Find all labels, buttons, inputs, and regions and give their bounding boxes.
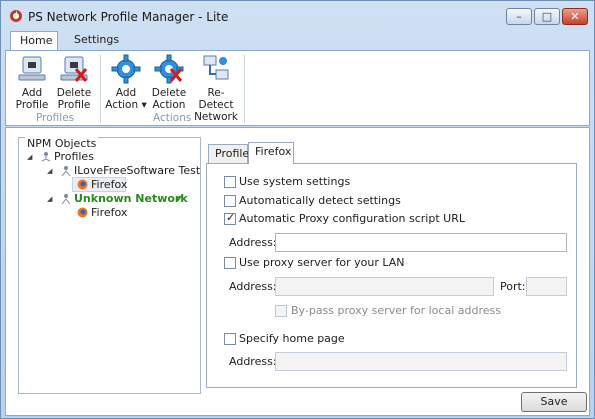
firefox-icon — [77, 207, 88, 218]
network-icon — [203, 55, 229, 80]
tree-header: NPM Objects — [25, 137, 99, 150]
use-system-settings-checkbox[interactable] — [224, 176, 236, 188]
group-label-profiles: Profiles — [36, 112, 75, 124]
close-icon: ✕ — [570, 10, 580, 23]
use-proxy-lan-checkbox[interactable] — [224, 257, 236, 269]
proxy-address-label: Address: — [229, 280, 277, 293]
redetect-network-button[interactable]: Re-Detect Network — [190, 54, 242, 123]
firefox-settings-panel: Use system settings Automatically detect… — [206, 163, 577, 388]
window-title: PS Network Profile Manager - Lite — [28, 10, 229, 24]
auto-detect-checkbox[interactable] — [224, 195, 236, 207]
proxy-address-input[interactable] — [275, 277, 494, 296]
auto-proxy-label: Automatic Proxy configuration script URL — [239, 212, 465, 225]
auto-proxy-address-label: Address: — [229, 236, 277, 249]
maximize-icon: □ — [541, 10, 553, 23]
add-profile-label-line2: Profile — [15, 99, 49, 111]
port-input[interactable] — [526, 277, 567, 296]
tree-root-profiles[interactable]: Profiles — [54, 150, 94, 163]
home-address-input[interactable] — [275, 352, 567, 371]
firefox-icon — [77, 179, 88, 190]
add-action-button[interactable]: Add Action ▾ — [104, 54, 148, 111]
bypass-local-checkbox[interactable] — [275, 305, 287, 317]
group-label-actions: Actions — [153, 112, 192, 124]
ribbon: Add Profile Delete Profile Profiles Add … — [5, 50, 590, 126]
title-bar[interactable]: PS Network Profile Manager - Lite – □ ✕ — [1, 1, 594, 31]
home-address-label: Address: — [229, 355, 277, 368]
active-check-icon: ✔ — [175, 192, 185, 205]
delete-action-button[interactable]: Delete Action — [147, 54, 191, 111]
delete-action-label-line2: Action — [152, 99, 186, 111]
tab-settings[interactable]: Settings — [65, 31, 125, 51]
use-proxy-lan-label: Use proxy server for your LAN — [239, 256, 405, 269]
app-window: PS Network Profile Manager - Lite – □ ✕ … — [0, 0, 595, 419]
tree-profile-unknown-network[interactable]: Unknown Network — [74, 192, 188, 205]
tab-profile[interactable]: Profile — [208, 144, 249, 164]
close-button[interactable]: ✕ — [562, 8, 588, 25]
gear-icon — [111, 54, 141, 84]
port-label: Port: — [500, 280, 526, 293]
bypass-local-label: By-pass proxy server for local address — [291, 304, 501, 317]
group-separator — [100, 55, 101, 123]
delete-profile-button[interactable]: Delete Profile — [52, 54, 96, 111]
tree-firefox-item-2[interactable]: Firefox — [91, 206, 127, 219]
add-profile-button[interactable]: Add Profile — [10, 54, 54, 111]
minimize-icon: – — [516, 10, 522, 23]
auto-detect-label: Automatically detect settings — [239, 194, 401, 207]
add-profile-icon — [18, 56, 46, 81]
group-separator — [244, 55, 245, 123]
delete-action-label-line1: Delete — [151, 87, 187, 99]
add-action-label-line1: Add — [115, 87, 137, 99]
main-content: NPM Objects ◢ Profiles ◢ ILoveFreeSoftwa… — [5, 127, 590, 416]
app-logo-icon — [10, 10, 22, 22]
delete-profile-icon — [60, 56, 88, 82]
minimize-button[interactable]: – — [506, 8, 532, 25]
maximize-button[interactable]: □ — [534, 8, 560, 25]
add-profile-label-line1: Add — [21, 87, 43, 99]
tree-profile-ilovefreesoftware[interactable]: ILoveFreeSoftware Test — [74, 164, 200, 177]
use-system-settings-label: Use system settings — [239, 175, 351, 188]
delete-profile-label-line2: Profile — [57, 99, 91, 111]
redetect-label-line2: Network — [194, 111, 238, 123]
ribbon-tabs: Home Settings — [5, 31, 590, 51]
npm-objects-tree[interactable]: NPM Objects ◢ Profiles ◢ ILoveFreeSoftwa… — [18, 137, 201, 394]
auto-proxy-address-input[interactable] — [275, 233, 567, 252]
save-button[interactable]: Save — [521, 392, 587, 412]
expand-arrow-icon[interactable]: ◢ — [47, 195, 52, 203]
delete-gear-icon — [154, 54, 184, 84]
home-page-label: Specify home page — [239, 332, 345, 345]
delete-profile-label-line1: Delete — [56, 87, 92, 99]
profiles-folder-icon — [41, 152, 51, 162]
expand-arrow-icon[interactable]: ◢ — [27, 153, 32, 161]
tree-firefox-item-1[interactable]: Firefox — [91, 178, 127, 191]
profile-icon — [61, 194, 71, 205]
add-action-label-line2: Action ▾ — [105, 99, 147, 111]
tab-home[interactable]: Home — [10, 31, 58, 51]
redetect-label-line1: Re-Detect — [198, 87, 234, 111]
tab-firefox[interactable]: Firefox — [248, 142, 294, 164]
auto-proxy-checkbox[interactable] — [224, 211, 236, 225]
expand-arrow-icon[interactable]: ◢ — [47, 167, 52, 175]
home-page-checkbox[interactable] — [224, 333, 236, 345]
profile-icon — [61, 166, 71, 177]
